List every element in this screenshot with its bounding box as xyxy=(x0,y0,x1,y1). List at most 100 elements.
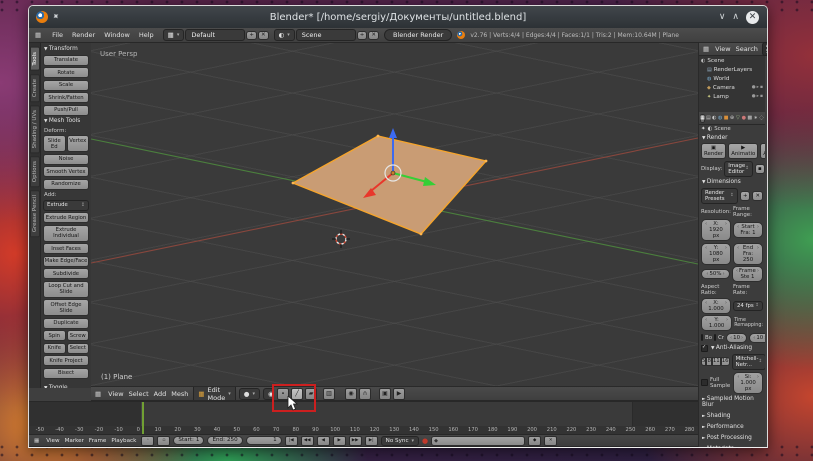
tool-button[interactable]: Loop Cut and Slide xyxy=(43,281,89,298)
tool-button[interactable]: Subdivide xyxy=(43,268,89,279)
delete-scene-button[interactable]: ✕ xyxy=(368,31,379,40)
collapsed-panel-header[interactable]: Performance xyxy=(701,423,763,431)
tool-button[interactable]: Spin xyxy=(43,330,66,341)
tool-button[interactable]: Knife Project xyxy=(43,355,89,366)
resolution-percent-field[interactable]: 50% xyxy=(701,269,730,279)
display-dropdown[interactable]: Image Editor xyxy=(724,161,753,177)
remove-preset-button[interactable]: ✕ xyxy=(752,191,763,201)
timeline-track[interactable] xyxy=(29,402,698,426)
opengl-render-button[interactable]: ▣ xyxy=(379,388,391,400)
shading-dropdown[interactable]: ● xyxy=(239,388,260,400)
tab-object[interactable]: ■ xyxy=(724,114,729,123)
pin-icon[interactable]: ✦ xyxy=(51,11,63,24)
tool-button[interactable]: Extrude Individual xyxy=(43,225,89,242)
menu-item[interactable]: View xyxy=(106,389,125,399)
menu-item[interactable]: Window xyxy=(100,30,134,40)
menu-item[interactable]: Select xyxy=(127,389,151,399)
end-frame-field[interactable]: End:250 xyxy=(207,436,242,445)
titlebar[interactable]: ✦ Blender* [/home/sergiy/Документы/untit… xyxy=(29,6,767,28)
render-button[interactable]: ▣ Render xyxy=(701,143,726,159)
tool-button[interactable]: Make Edge/Face xyxy=(43,256,89,267)
snap-toggle-button[interactable]: ∩ xyxy=(359,388,371,400)
editor-type-menu-icon[interactable]: ▦ xyxy=(33,31,43,39)
tool-button[interactable]: Randomize xyxy=(43,179,89,190)
full-sample-checkbox[interactable] xyxy=(701,379,708,386)
tool-button[interactable]: Smooth Vertex xyxy=(43,166,89,177)
shelf-tab[interactable]: Options xyxy=(30,156,40,187)
play-reverse-button[interactable]: ◀ xyxy=(317,436,330,446)
transform-panel-header[interactable]: Transform xyxy=(43,45,89,53)
tool-button[interactable]: Push/Pull xyxy=(43,105,89,116)
tool-button[interactable]: Scale xyxy=(43,80,89,91)
mode-dropdown[interactable]: ▦Edit Mode xyxy=(193,387,235,400)
tool-button[interactable]: Select xyxy=(67,343,90,354)
collapsed-panel-header[interactable]: Post Processing xyxy=(701,434,763,442)
aa-sample-button[interactable]: 11 xyxy=(712,357,721,366)
tool-button[interactable]: Rotate xyxy=(43,67,89,78)
visibility-icon[interactable]: ● xyxy=(752,85,756,90)
dimensions-panel-header[interactable]: Dimensions xyxy=(701,178,763,186)
menu-item[interactable]: Frame xyxy=(87,438,108,444)
outliner-item-scene[interactable]: ◐Scene xyxy=(699,56,765,65)
aspect-x-field[interactable]: X: 1.000 xyxy=(701,298,731,314)
collapsed-panel-header[interactable]: Metadata xyxy=(701,445,763,447)
tool-button[interactable]: Slide Ed xyxy=(43,135,66,152)
menu-item[interactable]: View xyxy=(44,438,61,444)
jump-to-end-button[interactable]: ▶| xyxy=(365,436,378,446)
renderability-icon[interactable]: ▪ xyxy=(760,94,763,99)
scene-name-field[interactable]: Scene xyxy=(296,29,356,41)
tool-button[interactable]: Shrink/Fatten xyxy=(43,92,89,103)
selectability-icon[interactable]: ▸ xyxy=(757,94,759,99)
tab-scene[interactable]: ◐ xyxy=(712,114,717,123)
render-engine-selector[interactable]: Blender Render xyxy=(384,29,452,41)
outliner-item-world[interactable]: ◍World xyxy=(699,74,765,83)
tab-physics[interactable]: ◌ xyxy=(759,114,764,123)
sync-mode-dropdown[interactable]: No Sync xyxy=(381,436,419,446)
tool-button[interactable]: Noise xyxy=(43,154,89,165)
menu-item[interactable]: Render xyxy=(68,30,99,40)
animation-button[interactable]: ▶ Animatio xyxy=(728,143,758,159)
renderability-icon[interactable]: ▪ xyxy=(760,85,763,90)
resolution-y-field[interactable]: Y: 1080 px xyxy=(701,243,731,265)
maximize-button[interactable]: ∧ xyxy=(732,12,739,22)
tab-texture[interactable]: ▩ xyxy=(747,114,752,123)
timeline-editor-icon[interactable]: ▦ xyxy=(32,438,41,444)
opengl-render-anim-button[interactable]: ▶ xyxy=(393,388,405,400)
preview-range-toggle[interactable]: ◦ xyxy=(141,436,154,446)
collapsed-panel-header[interactable]: Sampled Motion Blur xyxy=(701,395,763,409)
shelf-tab[interactable]: Tools xyxy=(30,47,40,71)
menu-item[interactable]: Playback xyxy=(109,438,138,444)
border-checkbox[interactable] xyxy=(701,334,703,341)
outliner-view-menu[interactable]: ViewSearch xyxy=(713,45,760,53)
tool-button[interactable]: Bisect xyxy=(43,368,89,379)
extrude-dropdown[interactable]: Extrude xyxy=(43,200,89,211)
tool-button[interactable]: Inset Faces xyxy=(43,243,89,254)
viewport-3d[interactable]: User Persp (1) Plane xyxy=(91,43,698,386)
remap-new-field[interactable]: 10 xyxy=(749,333,765,343)
tool-button[interactable]: Extrude Region xyxy=(43,212,89,223)
layout-name-field[interactable]: Default xyxy=(185,29,245,41)
resolution-x-field[interactable]: X: 1920 px xyxy=(701,219,731,241)
keying-set-field[interactable]: ◆ xyxy=(431,436,525,446)
tab-world[interactable]: ◍ xyxy=(718,114,723,123)
menu-item[interactable]: Help xyxy=(135,30,158,40)
scene-icon-dropdown[interactable]: ◐ xyxy=(274,29,295,41)
tool-button[interactable]: Vertex xyxy=(67,135,90,152)
tab-data[interactable]: ▽ xyxy=(735,114,740,123)
shelf-tab[interactable]: Create xyxy=(30,74,40,102)
audio-button[interactable]: ♪ Audio xyxy=(760,143,765,159)
collapsed-panel-header[interactable]: Shading xyxy=(701,412,763,420)
outliner-editor-icon[interactable]: ▦ xyxy=(701,45,711,53)
visibility-icon[interactable]: ● xyxy=(752,94,756,99)
aa-filter-dropdown[interactable]: Mitchell-Netr... xyxy=(732,354,765,370)
next-keyframe-button[interactable]: ▶▶ xyxy=(349,436,362,446)
menu-item[interactable]: Add xyxy=(152,389,169,399)
tool-button[interactable]: Offset Edge Slide xyxy=(43,299,89,316)
tab-particles[interactable]: ∗ xyxy=(753,114,758,123)
minimize-button[interactable]: ∨ xyxy=(719,12,726,22)
lock-interface-button[interactable]: ▪ xyxy=(755,164,765,174)
plane-mesh[interactable] xyxy=(293,136,486,234)
outliner-scope-dropdown[interactable]: All Scenes xyxy=(762,42,767,56)
current-frame-field[interactable]: 1 xyxy=(246,436,282,445)
start-frame-field[interactable]: Start:1 xyxy=(173,436,204,445)
